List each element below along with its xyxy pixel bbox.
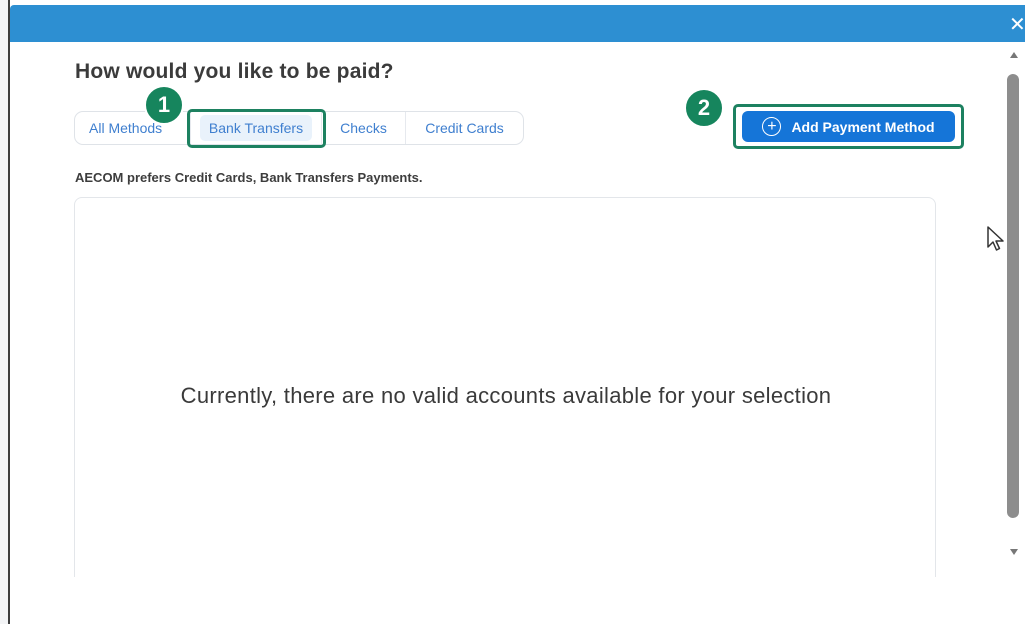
close-icon[interactable]: ✕ — [1009, 15, 1025, 35]
tab-label: Checks — [340, 120, 387, 136]
tab-credit-cards[interactable]: Credit Cards — [405, 112, 523, 144]
tab-checks[interactable]: Checks — [321, 112, 405, 144]
dialog-titlebar: ✕ — [10, 5, 1025, 42]
scrollbar-thumb[interactable] — [1007, 74, 1019, 518]
plus-circle-icon: + — [762, 117, 782, 136]
add-payment-method-label: Add Payment Method — [791, 118, 935, 135]
payment-dialog-page: ✕ How would you like to be paid? All Met… — [0, 0, 1025, 624]
tab-label: Bank Transfers — [199, 115, 313, 141]
scroll-up-arrow-icon[interactable] — [1010, 52, 1018, 58]
preference-note: AECOM prefers Credit Cards, Bank Transfe… — [75, 170, 423, 185]
tab-label: All Methods — [89, 120, 163, 136]
step-2-highlight-frame: + Add Payment Method — [733, 104, 964, 149]
accounts-panel: Currently, there are no valid accounts a… — [74, 197, 936, 577]
step-2-badge: 2 — [684, 88, 724, 128]
step-1-badge: 1 — [144, 85, 184, 125]
page-title: How would you like to be paid? — [75, 60, 394, 83]
mouse-pointer-icon — [987, 226, 1004, 251]
payment-method-tabs: All Methods Bank Transfers Checks Credit… — [74, 111, 524, 145]
scroll-down-arrow-icon[interactable] — [1010, 549, 1018, 555]
window-left-edge — [0, 0, 10, 624]
add-payment-method-button[interactable]: + Add Payment Method — [742, 111, 955, 142]
empty-state-message: Currently, there are no valid accounts a… — [180, 383, 832, 408]
vertical-scrollbar[interactable] — [1004, 52, 1024, 572]
tab-label: Credit Cards — [425, 120, 504, 136]
tab-bank-transfers[interactable]: Bank Transfers — [190, 112, 321, 144]
